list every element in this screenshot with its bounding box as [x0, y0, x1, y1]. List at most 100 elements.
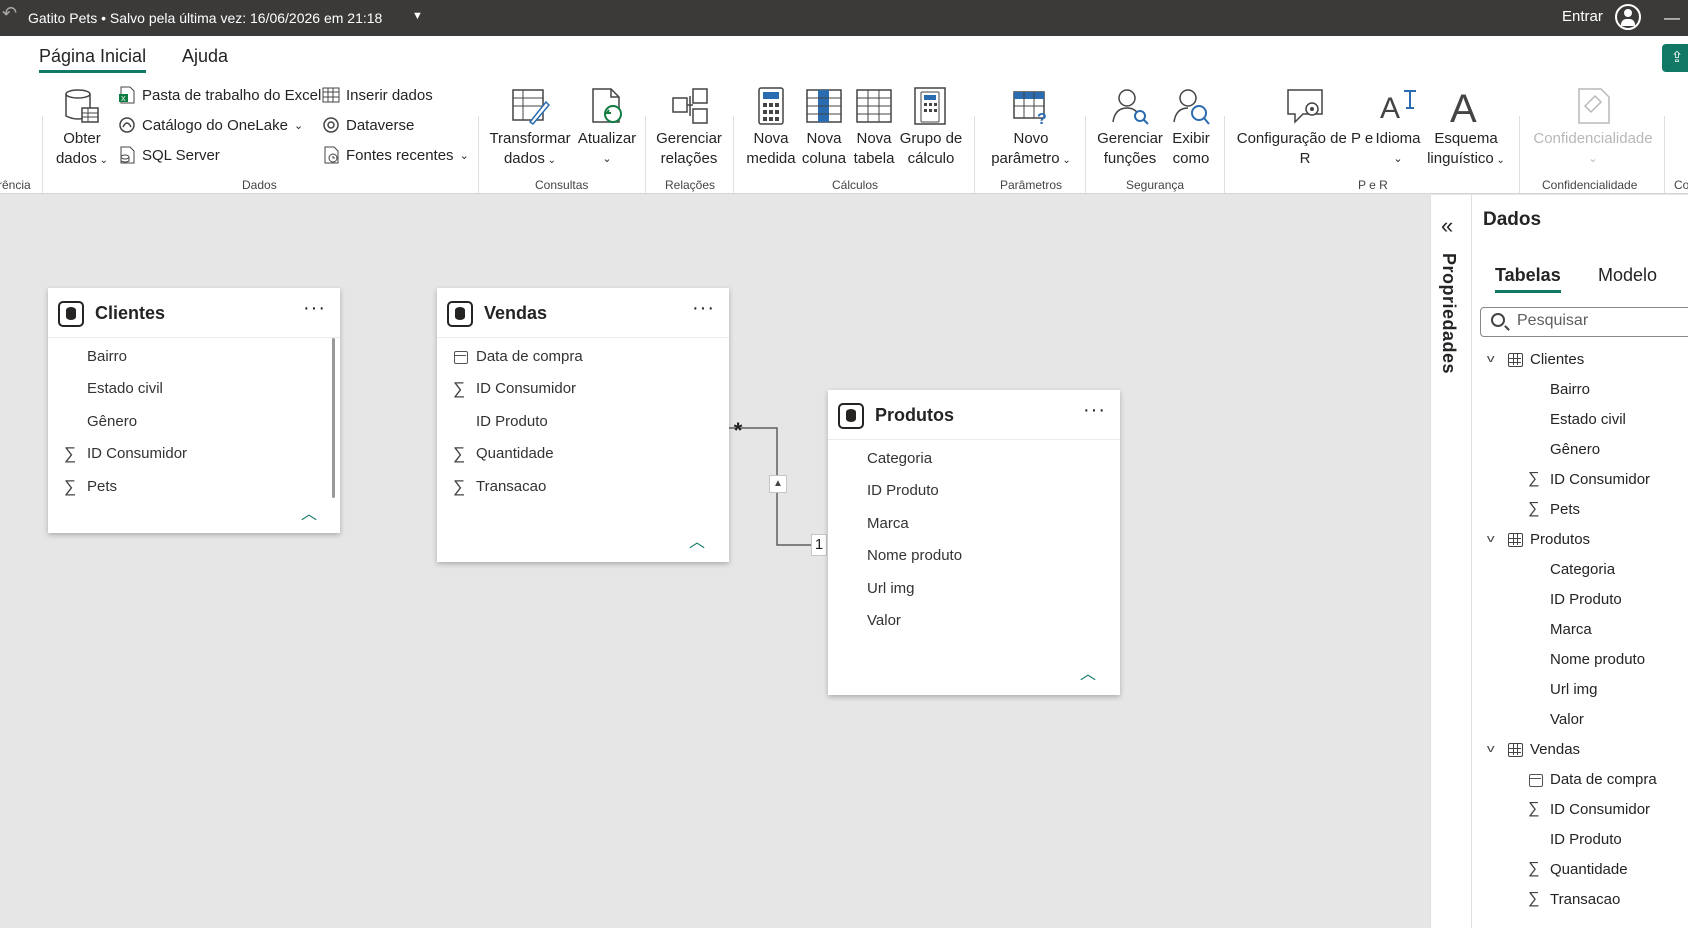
table-insert-icon	[322, 87, 340, 103]
sign-in-link[interactable]: Entrar	[1562, 8, 1603, 25]
more-options-icon[interactable]: ···	[1083, 399, 1106, 422]
share-button[interactable]: ⇪	[1662, 44, 1688, 72]
table-card-header[interactable]: Vendas ···	[437, 288, 729, 338]
idioma-button[interactable]: A Idioma ⌄	[1374, 86, 1422, 169]
svg-text:A: A	[1450, 87, 1477, 126]
dataverse-button[interactable]: Dataverse	[322, 116, 414, 134]
table-icon	[1508, 743, 1523, 757]
table-card-produtos[interactable]: Produtos ··· Categoria ID Produto Marca …	[828, 390, 1120, 695]
sigma-icon: ∑	[1528, 860, 1540, 877]
configuracao-pe-r-button[interactable]: Configuração de P e R	[1236, 86, 1374, 169]
sql-server-button[interactable]: SQL Server	[118, 146, 220, 164]
calculation-group-icon	[914, 87, 946, 125]
table-name: Clientes	[95, 303, 166, 323]
chevron-down-icon[interactable]: v	[1487, 743, 1495, 755]
nova-medida-button[interactable]: Nova medida	[744, 86, 798, 169]
chevron-down-icon[interactable]: v	[1487, 353, 1495, 365]
sigma-icon: ∑	[1528, 800, 1540, 817]
transformar-dados-button[interactable]: Transformar dados ⌄	[488, 86, 572, 171]
group-label-dados: Dados	[242, 178, 277, 192]
sql-server-icon	[120, 146, 135, 164]
language-icon: A	[1380, 90, 1416, 125]
novo-parametro-button[interactable]: ? Novo parâmetro ⌄	[984, 86, 1078, 171]
table-icon	[447, 301, 473, 327]
tab-tabelas[interactable]: Tabelas	[1495, 265, 1561, 293]
new-column-icon	[806, 89, 842, 123]
linguistic-schema-icon: A	[1450, 87, 1477, 126]
fontes-recentes-button[interactable]: Fontes recentes ⌄	[322, 146, 469, 164]
table-card-header[interactable]: Clientes ···	[48, 288, 340, 338]
sigma-icon: ∑	[453, 477, 466, 496]
chevron-down-icon: ⌄	[459, 149, 469, 162]
chevron-down-icon: ⌄	[96, 155, 109, 166]
onelake-catalog-button[interactable]: Catálogo do OneLake ⌄	[118, 116, 303, 134]
tab-modelo[interactable]: Modelo	[1598, 265, 1657, 286]
collapse-chevron-icon[interactable]: ︿	[689, 528, 705, 552]
chevron-down-icon: ⌄	[544, 155, 557, 166]
chevron-down-icon[interactable]: v	[1487, 533, 1495, 545]
minimize-button[interactable]: —	[1664, 10, 1680, 28]
group-label-cut-left: rência	[0, 178, 31, 192]
group-label-relacoes: Relações	[665, 178, 716, 192]
sigma-icon: ∑	[1528, 470, 1540, 487]
undo-icon[interactable]: ↶	[2, 3, 17, 24]
search-input[interactable]	[1517, 312, 1688, 330]
chevron-down-icon[interactable]: ▼	[412, 10, 423, 22]
table-card-header[interactable]: Produtos ···	[828, 390, 1120, 440]
obter-dados-button[interactable]: Obter dados ⌄	[52, 86, 112, 171]
search-icon	[1491, 313, 1505, 327]
properties-label[interactable]: Propriedades	[1438, 253, 1459, 374]
confidencialidade-button[interactable]: Confidencialidade ⌄	[1530, 86, 1656, 169]
more-options-icon[interactable]: ···	[303, 297, 326, 320]
grupo-de-calculo-button[interactable]: Grupo de cálculo	[898, 86, 964, 169]
one-cardinality-marker: 1	[811, 534, 827, 556]
inserir-dados-button[interactable]: Inserir dados	[322, 86, 433, 104]
properties-pane-collapsed[interactable]: « Propriedades	[1430, 195, 1472, 928]
more-options-icon[interactable]: ···	[692, 297, 715, 320]
sigma-icon: ∑	[1528, 500, 1540, 517]
table-icon	[838, 403, 864, 429]
chevron-down-icon: ⌄	[1588, 153, 1598, 165]
tab-ajuda[interactable]: Ajuda	[182, 46, 228, 67]
qa-setup-icon	[1287, 89, 1323, 124]
new-table-icon	[856, 89, 892, 123]
tab-pagina-inicial[interactable]: Página Inicial	[39, 46, 147, 73]
table-card-clientes[interactable]: Clientes ··· Bairro Estado civil Gênero …	[48, 288, 340, 533]
calendar-icon	[454, 351, 468, 364]
collapse-chevron-icon[interactable]: ︿	[1080, 660, 1096, 684]
gerenciar-relacoes-button[interactable]: Gerenciar relações	[652, 86, 726, 169]
chevron-down-icon: ⌄	[293, 119, 304, 132]
table-name: Produtos	[875, 405, 954, 425]
group-label-parametros: Parâmetros	[1000, 178, 1063, 192]
file-title[interactable]: Gatito Pets • Salvo pela última vez: 16/…	[28, 10, 382, 26]
nova-coluna-button[interactable]: Nova coluna	[800, 86, 848, 169]
esquema-linguistico-button[interactable]: A Esquema linguístico ⌄	[1424, 86, 1508, 171]
database-icon	[65, 89, 99, 123]
atualizar-button[interactable]: Atualizar ⌄	[574, 86, 640, 169]
dataverse-icon	[323, 117, 339, 133]
group-label-per: P e R	[1358, 178, 1388, 192]
expand-pane-icon[interactable]: «	[1441, 213, 1453, 239]
nova-tabela-button[interactable]: Nova tabela	[850, 86, 898, 169]
group-label-calculos: Cálculos	[832, 178, 879, 192]
group-label-seguranca: Segurança	[1126, 178, 1185, 192]
scrollbar[interactable]	[332, 338, 335, 498]
chevron-down-icon: ⌄	[1393, 153, 1403, 165]
calculator-icon	[758, 87, 784, 125]
avatar-icon[interactable]	[1615, 4, 1641, 30]
group-label-cut-right: Co	[1674, 178, 1688, 192]
cross-filter-direction-icon[interactable]: ▲	[769, 475, 787, 493]
gerenciar-funcoes-button[interactable]: Gerenciar funções	[1094, 86, 1166, 169]
excel-workbook-button[interactable]: X Pasta de trabalho do Excel	[118, 86, 321, 104]
calendar-icon	[1529, 774, 1543, 787]
svg-text:?: ?	[1037, 111, 1047, 126]
model-canvas[interactable]: * ▲ 1 Clientes ··· Bairro Estado civil G…	[0, 195, 1430, 928]
ribbon: Página Inicial Ajuda ⇪ rência Obter dado…	[0, 36, 1688, 228]
chevron-down-icon: ⌄	[1059, 155, 1071, 166]
table-card-vendas[interactable]: Vendas ··· Data de compra ∑ ID Consumidor…	[437, 288, 729, 562]
manage-relationships-icon	[672, 88, 708, 124]
collapse-chevron-icon[interactable]: ︿	[301, 500, 317, 524]
excel-icon: X	[119, 86, 135, 104]
exibir-como-button[interactable]: Exibir como	[1166, 86, 1216, 169]
search-box[interactable]	[1480, 307, 1688, 337]
